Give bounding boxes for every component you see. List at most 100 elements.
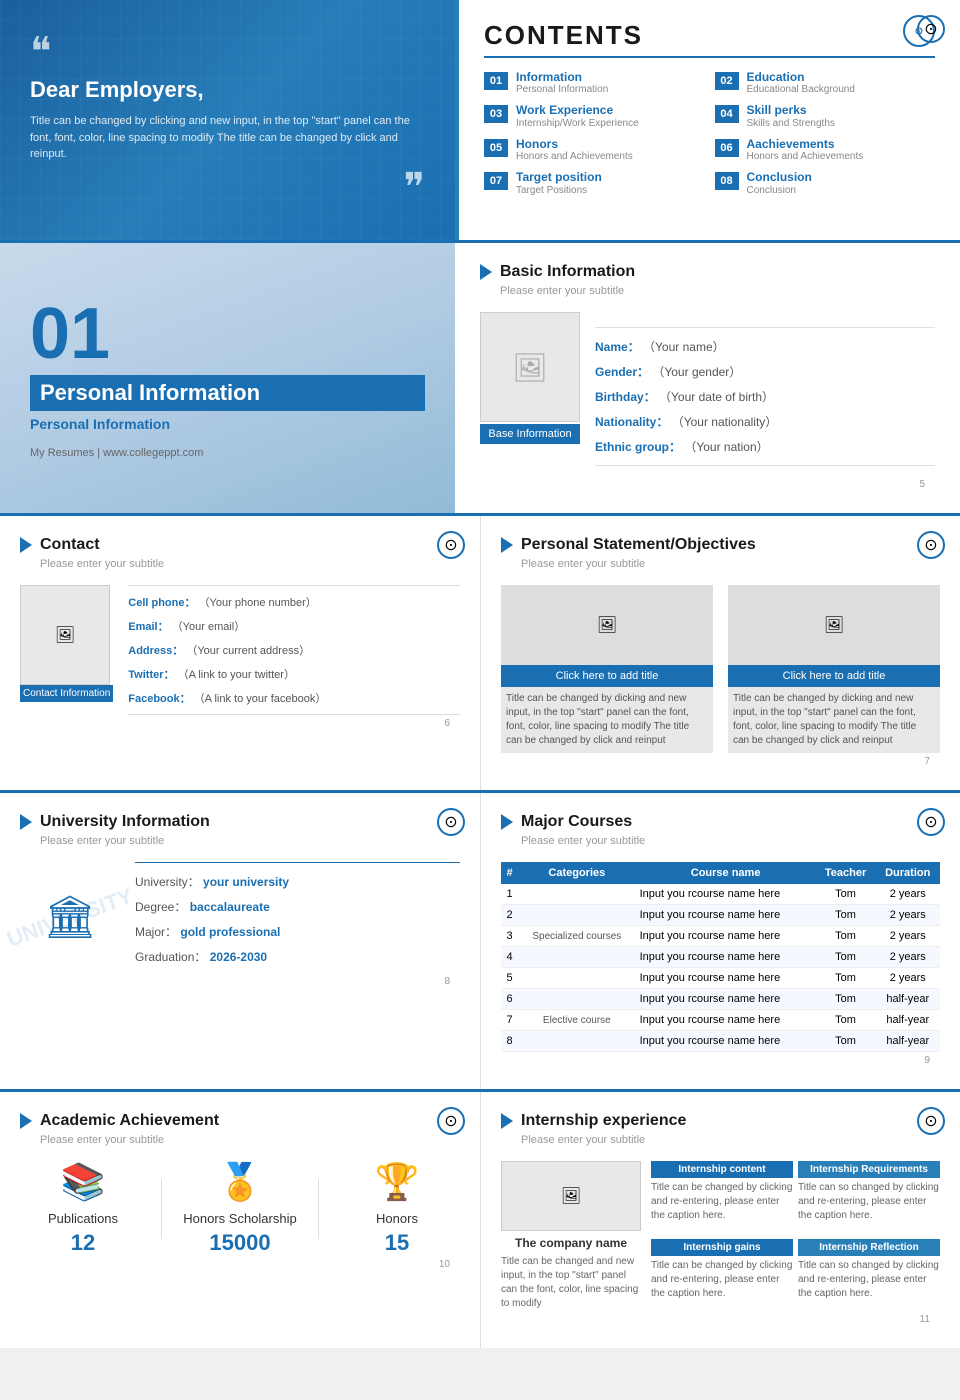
course-num: 6 <box>501 989 518 1010</box>
address-field: Address： （Your current address） <box>128 642 460 658</box>
university-label: University： <box>135 875 200 889</box>
academic-internship-row: Academic Achievement Please enter your s… <box>0 1089 960 1348</box>
contents-item-title: Target position <box>516 170 602 184</box>
contents-item-title: Conclusion <box>747 170 812 184</box>
academic-icon: ⊙ <box>437 1107 465 1135</box>
achievement-card: 🏅 Honors Scholarship 15000 <box>177 1161 303 1256</box>
facebook-field: Facebook： （A link to your facebook） <box>128 690 460 706</box>
ach-divider <box>161 1179 162 1239</box>
stmt-btn-1[interactable]: Click here to add title <box>501 665 713 687</box>
birthday-label: Birthday： <box>595 390 656 404</box>
intern-box-text: Title can be changed by clicking and re-… <box>651 1259 793 1301</box>
intern-boxes: Internship content Title can be changed … <box>651 1161 940 1311</box>
contents-num: 01 <box>484 72 508 90</box>
degree-value: baccalaureate <box>190 900 270 914</box>
course-num: 3 <box>501 926 518 947</box>
course-num: 4 <box>501 947 518 968</box>
graduation-label: Graduation： <box>135 950 206 964</box>
academic-subtitle: Please enter your subtitle <box>40 1134 460 1146</box>
header-right: CONTENTS ⊙ 01 Information Personal Infor… <box>455 0 960 240</box>
achievement-card: 🏆 Honors 15 <box>334 1161 460 1256</box>
photo-icon: 🖼 <box>512 351 548 384</box>
contents-item: 05 Honors Honors and Achievements <box>484 137 705 162</box>
name-value: （Your name） <box>643 340 725 354</box>
table-row: 4 Input you rcourse name here Tom 2 year… <box>501 947 940 968</box>
major-field: Major： gold professional <box>135 923 460 940</box>
academic-section: Academic Achievement Please enter your s… <box>0 1092 480 1348</box>
contents-item: 08 Conclusion Conclusion <box>715 170 936 195</box>
courses-subtitle: Please enter your subtitle <box>521 835 940 847</box>
photo-caption: Base Information <box>480 424 580 444</box>
personal-info-row: 01 Personal Information Personal Informa… <box>0 240 960 513</box>
course-name: Input you rcourse name here <box>636 1031 816 1052</box>
contents-num: 02 <box>715 72 739 90</box>
course-teacher: Tom <box>816 1010 876 1031</box>
table-row: 7 Elective course Input you rcourse name… <box>501 1010 940 1031</box>
contact-icon: ⊙ <box>437 531 465 559</box>
statement-title: Personal Statement/Objectives <box>521 536 756 554</box>
statement-content: 🖼 Click here to add title Title can be c… <box>501 585 940 753</box>
stmt-photo-1: 🖼 <box>501 585 713 665</box>
intern-box: Internship content Title can be changed … <box>651 1161 793 1234</box>
univ-courses-row: University Information Please enter your… <box>0 790 960 1089</box>
cell-label: Cell phone： <box>128 597 195 609</box>
statement-triangle <box>501 537 513 553</box>
univ-fields: University： your university Degree： bacc… <box>135 862 460 973</box>
intern-box-text: Title can so changed by clicking and re-… <box>798 1259 940 1301</box>
ach-icon: 🏆 <box>334 1161 460 1203</box>
cell-field: Cell phone： （Your phone number） <box>128 594 460 610</box>
table-row: 1 Input you rcourse name here Tom 2 year… <box>501 884 940 905</box>
course-duration: 2 years <box>875 905 940 926</box>
contact-fields: Cell phone： （Your phone number） Email： （… <box>128 585 460 715</box>
page-num-7: 7 <box>501 753 940 770</box>
name-field: Name： （Your name） <box>595 338 935 355</box>
ethnic-value: （Your nation） <box>684 440 768 454</box>
degree-field: Degree： baccalaureate <box>135 898 460 915</box>
header-section: ❝ Dear Employers, Title can be changed b… <box>0 0 960 240</box>
course-num: 7 <box>501 1010 518 1031</box>
page-num-1: 5 <box>480 476 935 493</box>
twitter-value: （A link to your twitter） <box>178 669 295 681</box>
personal-info-left: 01 Personal Information Personal Informa… <box>0 243 455 513</box>
ethnic-label: Ethnic group： <box>595 440 681 454</box>
contents-item-title: Work Experience <box>516 103 639 117</box>
contents-item-sub: Internship/Work Experience <box>516 118 639 129</box>
course-cat <box>518 884 635 905</box>
contents-title: CONTENTS <box>484 20 643 51</box>
intern-box: Internship gains Title can be changed by… <box>651 1239 793 1312</box>
contents-num: 05 <box>484 139 508 157</box>
courses-th: Duration <box>875 862 940 884</box>
course-cat <box>518 1031 635 1052</box>
contact-content: 🖼 Contact Information Cell phone： （Your … <box>20 585 460 715</box>
course-teacher: Tom <box>816 1031 876 1052</box>
courses-th: Teacher <box>816 862 876 884</box>
intern-box-title: Internship Requirements <box>798 1161 940 1178</box>
degree-label: Degree： <box>135 900 186 914</box>
course-cat <box>518 968 635 989</box>
course-teacher: Tom <box>816 989 876 1010</box>
contents-num: 04 <box>715 105 739 123</box>
slide-watermark: My Resumes | www.collegeppt.com <box>30 447 425 459</box>
graduation-field: Graduation： 2026-2030 <box>135 948 460 965</box>
contents-num: 08 <box>715 172 739 190</box>
contents-divider <box>484 56 935 58</box>
contents-text: Education Educational Background <box>747 70 855 95</box>
ach-icon: 📚 <box>20 1161 146 1203</box>
ach-label: Honors Scholarship <box>177 1211 303 1226</box>
course-cat <box>518 989 635 1010</box>
statement-subtitle: Please enter your subtitle <box>521 558 940 570</box>
stmt-text-2: Title can be changed by dicking and new … <box>728 687 940 753</box>
course-teacher: Tom <box>816 947 876 968</box>
page-num-11: 11 <box>501 1311 940 1328</box>
intern-box-text: Title can so changed by clicking and re-… <box>798 1181 940 1223</box>
section-icon: ⊙ <box>917 15 945 43</box>
contents-item-sub: Skills and Strengths <box>747 118 835 129</box>
contents-item: 07 Target position Target Positions <box>484 170 705 195</box>
basic-info-subtitle: Please enter your subtitle <box>500 285 935 297</box>
university-field: University： your university <box>135 873 460 890</box>
contact-section: Contact Please enter your subtitle ⊙ 🖼 C… <box>0 516 480 790</box>
course-duration: 2 years <box>875 968 940 989</box>
courses-th: Categories <box>518 862 635 884</box>
stmt-btn-2[interactable]: Click here to add title <box>728 665 940 687</box>
courses-triangle <box>501 814 513 830</box>
